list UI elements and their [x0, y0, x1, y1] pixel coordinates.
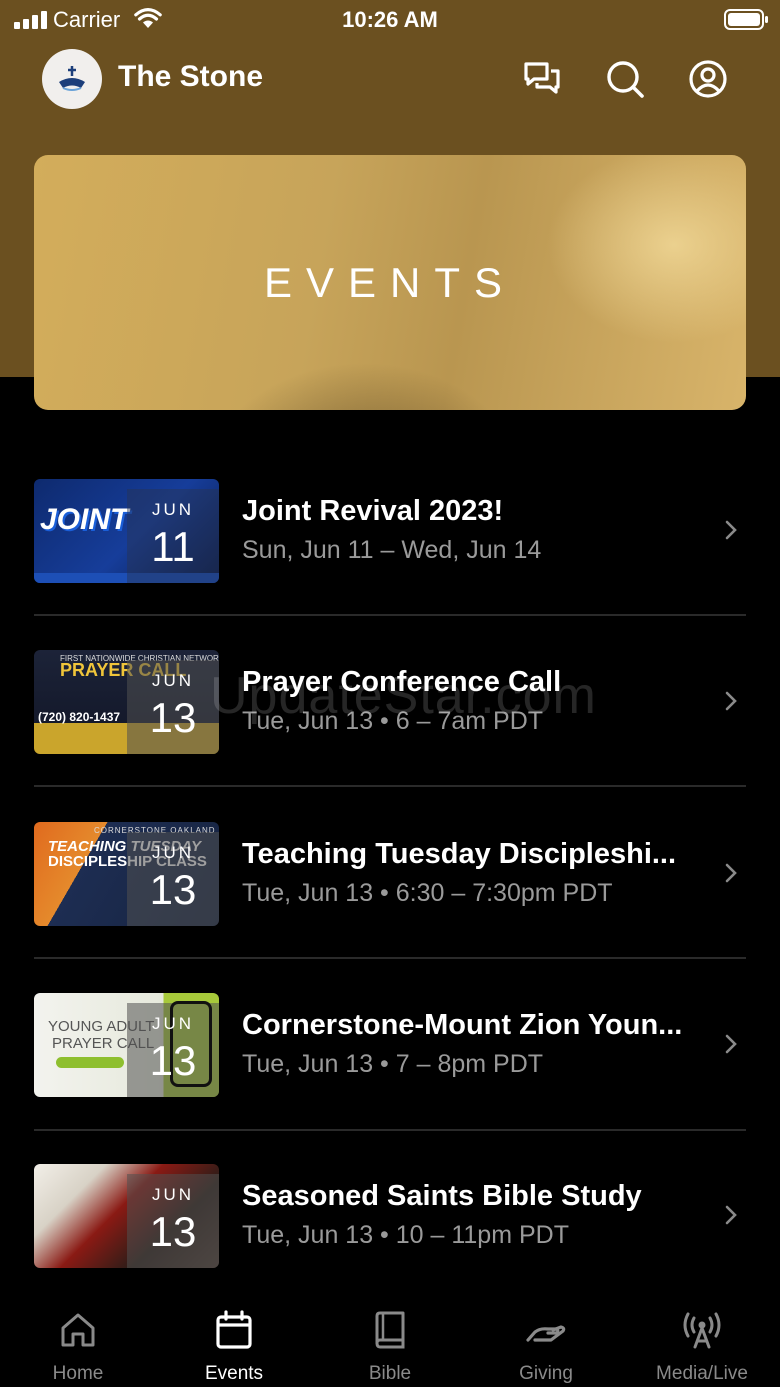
tab-media-live[interactable]: Media/Live	[624, 1290, 780, 1387]
user-circle-icon	[689, 60, 727, 98]
broadcast-icon	[683, 1312, 721, 1349]
hero-title: EVENTS	[263, 259, 517, 306]
event-thumbnail: YOUNG ADULT PRAYER CALL JUN 13	[34, 993, 219, 1097]
home-icon	[61, 1313, 95, 1347]
event-thumbnail: CORNERSTONE OAKLAND TEACHING TUESDAY DIS…	[34, 822, 219, 926]
chevron-right-icon	[725, 520, 737, 540]
tab-label: Bible	[368, 1363, 412, 1384]
battery-icon	[724, 9, 768, 30]
event-row-young-adult-prayer[interactable]: YOUNG ADULT PRAYER CALL JUN 13 Cornersto…	[34, 993, 746, 1097]
event-day: 13	[149, 866, 197, 913]
tab-bar: Home Events Bible Giving Media/Live	[0, 1290, 780, 1387]
chevron-right-icon	[725, 1205, 737, 1225]
event-month: JUN	[151, 671, 195, 690]
divider	[34, 614, 746, 616]
profile-button[interactable]	[688, 59, 728, 99]
search-icon	[607, 61, 644, 98]
book-icon	[375, 1311, 405, 1349]
thumbnail-art-text: (720) 820-1437	[38, 710, 121, 724]
event-month: JUN	[151, 500, 195, 519]
tab-label: Events	[204, 1363, 264, 1384]
messages-button[interactable]	[522, 59, 562, 99]
event-thumbnail: FIRST NATIONWIDE CHRISTIAN NETWORK PRAYE…	[34, 650, 219, 754]
tab-label: Giving	[519, 1363, 573, 1384]
chat-bubbles-icon	[524, 62, 560, 94]
event-month: JUN	[151, 843, 195, 862]
status-bar: Carrier 10:26 AM	[0, 0, 780, 40]
giving-hand-icon	[526, 1325, 566, 1342]
event-title: Seasoned Saints Bible Study	[242, 1180, 642, 1212]
event-day: 13	[149, 1208, 197, 1255]
watermark: UpdateStar.com	[210, 667, 597, 725]
event-month: JUN	[151, 1014, 195, 1033]
search-button[interactable]	[605, 59, 645, 99]
thumbnail-art-text: JOINT	[40, 503, 129, 536]
church-logo[interactable]	[42, 49, 102, 109]
calendar-icon	[216, 1310, 252, 1349]
tab-bible[interactable]: Bible	[312, 1290, 468, 1387]
event-row-joint-revival[interactable]: JOINT JUN 11 Joint Revival 2023! Sun, Ju…	[34, 479, 746, 583]
tab-label: Media/Live	[656, 1363, 748, 1384]
event-row-teaching-tuesday[interactable]: CORNERSTONE OAKLAND TEACHING TUESDAY DIS…	[34, 822, 746, 926]
event-date: Sun, Jun 11 – Wed, Jun 14	[242, 536, 542, 564]
tab-events[interactable]: Events	[156, 1290, 312, 1387]
divider	[34, 957, 746, 959]
event-day: 13	[149, 1037, 197, 1084]
event-date: Tue, Jun 13 • 10 – 11pm PDT	[242, 1221, 569, 1249]
logo-icon	[59, 66, 85, 91]
status-time: 10:26 AM	[342, 7, 438, 32]
chevron-right-icon	[725, 691, 737, 711]
event-title: Teaching Tuesday Discipleshi...	[242, 838, 677, 870]
event-thumbnail: JUN 13	[34, 1164, 219, 1268]
divider	[34, 1129, 746, 1131]
event-date: Tue, Jun 13 • 7 – 8pm PDT	[242, 1050, 544, 1078]
event-month: JUN	[151, 1185, 195, 1204]
event-day: 13	[149, 694, 197, 741]
event-thumbnail: JOINT JUN 11	[34, 479, 219, 583]
event-row-seasoned-saints[interactable]: JUN 13 Seasoned Saints Bible Study Tue, …	[34, 1164, 746, 1268]
tab-label: Home	[52, 1363, 104, 1384]
event-title: Cornerstone-Mount Zion Youn...	[242, 1009, 683, 1041]
divider	[34, 785, 746, 787]
chevron-right-icon	[725, 1034, 737, 1054]
tab-home[interactable]: Home	[0, 1290, 156, 1387]
event-date: Tue, Jun 13 • 6:30 – 7:30pm PDT	[242, 879, 613, 907]
event-day: 11	[151, 523, 195, 570]
tab-giving[interactable]: Giving	[468, 1290, 624, 1387]
event-title: Joint Revival 2023!	[242, 495, 504, 527]
app-title: The Stone	[118, 60, 264, 93]
chevron-right-icon	[725, 863, 737, 883]
events-hero-banner: EVENTS	[34, 155, 746, 410]
